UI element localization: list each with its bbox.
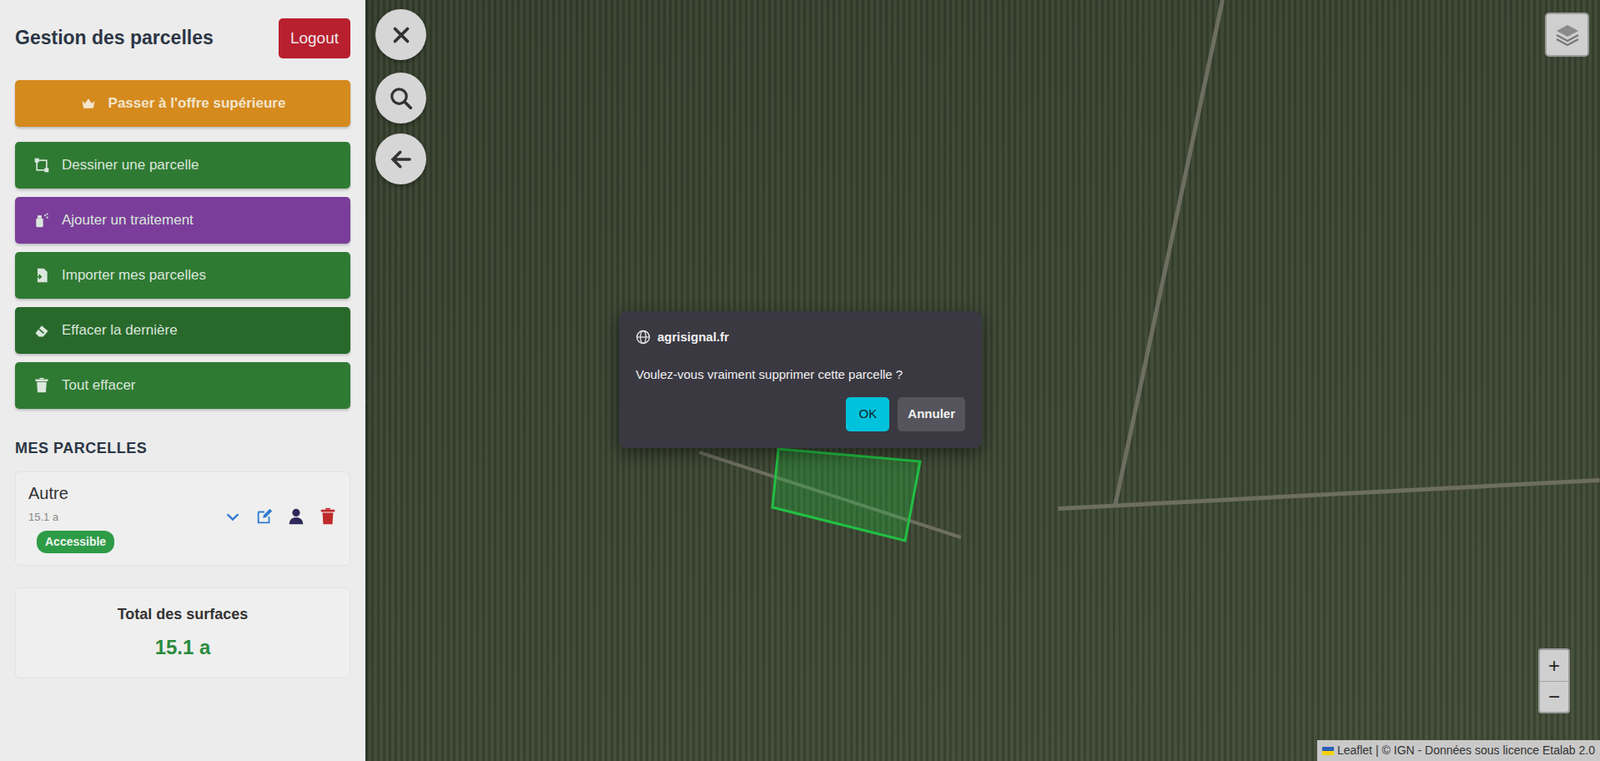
upgrade-label: Passer à l'offre supérieure — [108, 92, 287, 115]
globe-icon — [635, 329, 651, 345]
status-badge: Accessible — [36, 530, 115, 554]
back-arrow-icon — [388, 146, 414, 172]
upgrade-button[interactable]: Passer à l'offre supérieure — [15, 80, 351, 127]
file-import-icon — [33, 266, 51, 284]
close-button[interactable] — [375, 9, 427, 61]
action-button[interactable]: Effacer la dernière — [15, 306, 351, 354]
trash-icon[interactable] — [318, 507, 338, 526]
zoom-out-button[interactable]: − — [1539, 680, 1569, 712]
dialog-origin: agrisignal.fr — [657, 327, 730, 348]
action-label: Ajouter un traitement — [61, 209, 194, 232]
layers-icon — [1554, 21, 1581, 49]
logout-button[interactable]: Logout — [278, 18, 351, 60]
total-value: 15.1 a — [24, 632, 342, 663]
chevron-down-icon[interactable] — [223, 507, 242, 526]
action-button[interactable]: Importer mes parcelles — [15, 251, 351, 299]
draw-polygon-icon — [33, 156, 51, 174]
action-label: Importer mes parcelles — [61, 264, 207, 287]
edit-icon[interactable] — [255, 507, 274, 526]
zoom-control: +− — [1538, 648, 1570, 714]
section-title: MES PARCELLES — [15, 437, 351, 460]
close-icon — [388, 22, 414, 48]
eraser-icon — [33, 322, 51, 339]
action-button[interactable]: Ajouter un traitement — [15, 196, 351, 244]
dialog-message: Voulez-vous vraiment supprimer cette par… — [635, 365, 966, 385]
parcel-name: Autre — [28, 480, 115, 506]
parcel-area: 15.1 a — [28, 508, 115, 526]
trash-icon — [33, 377, 51, 394]
user-icon[interactable] — [286, 507, 306, 526]
spray-icon — [33, 211, 51, 229]
confirm-dialog: agrisignal.fr Voulez-vous vraiment suppri… — [618, 311, 982, 448]
cancel-button[interactable]: Annuler — [897, 397, 966, 432]
map[interactable]: +− Leaflet| © IGN - Données sous licence … — [365, 0, 1600, 761]
leaflet-link[interactable]: Leaflet — [1337, 741, 1373, 760]
action-button[interactable]: Dessiner une parcelle — [15, 141, 351, 189]
parcel-item[interactable]: Autre 15.1 a Accessible — [15, 471, 351, 566]
back-arrow-button[interactable] — [375, 133, 427, 185]
total-label: Total des surfaces — [24, 603, 342, 626]
total-card: Total des surfaces 15.1 a — [15, 587, 351, 679]
parcel-polygon[interactable] — [365, 0, 1600, 761]
crown-icon — [80, 95, 97, 112]
action-button[interactable]: Tout effacer — [15, 362, 351, 409]
attribution-text: | © IGN - Données sous licence Etalab 2.… — [1375, 741, 1595, 760]
attribution: Leaflet| © IGN - Données sous licence Et… — [1317, 739, 1600, 761]
zoom-in-button[interactable]: + — [1539, 649, 1569, 681]
sidebar: Gestion des parcelles Logout Passer à l'of… — [0, 0, 366, 761]
search-button[interactable] — [375, 72, 427, 124]
action-label: Dessiner une parcelle — [61, 154, 199, 177]
app-title: Gestion des parcelles — [15, 26, 214, 51]
action-label: Effacer la dernière — [61, 319, 178, 342]
ok-button[interactable]: OK — [845, 397, 890, 432]
layers-button[interactable] — [1544, 12, 1590, 57]
search-icon — [388, 85, 414, 111]
action-label: Tout effacer — [61, 374, 136, 397]
flag-icon — [1322, 746, 1334, 755]
